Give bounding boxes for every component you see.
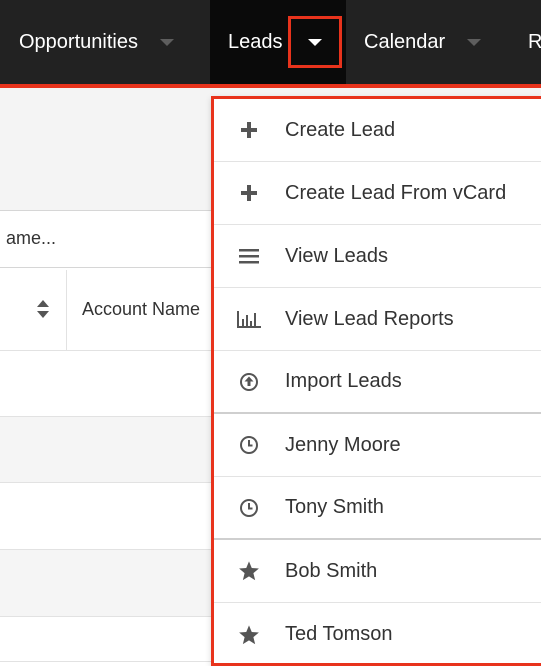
search-input-placeholder: ame...	[6, 228, 57, 248]
menu-item-label: Ted Tomson	[285, 623, 393, 645]
bar-chart-icon	[236, 306, 262, 332]
nav-next-label: R	[528, 30, 541, 53]
menu-item-recent-tony-smith[interactable]: Tony Smith	[214, 477, 541, 540]
menu-item-recent-jenny-moore[interactable]: Jenny Moore	[214, 414, 541, 477]
menu-item-label: Import Leads	[285, 370, 402, 392]
nav-opportunities[interactable]: Opportunities	[19, 0, 174, 84]
plus-icon	[236, 180, 262, 206]
star-icon	[236, 558, 262, 584]
star-icon	[236, 622, 262, 648]
menu-item-favorite-bob-smith[interactable]: Bob Smith	[214, 540, 541, 603]
menu-item-label: Bob Smith	[285, 559, 378, 582]
top-nav-bar: Opportunities Leads Calendar R	[0, 0, 541, 84]
nav-next-item[interactable]: R	[528, 0, 541, 84]
menu-item-label: View Lead Reports	[285, 307, 454, 330]
menu-item-view-lead-reports[interactable]: View Lead Reports	[214, 288, 541, 351]
clock-icon	[236, 495, 262, 521]
menu-item-create-lead[interactable]: Create Lead	[214, 99, 541, 162]
nav-opportunities-label: Opportunities	[19, 30, 138, 53]
chevron-down-icon	[308, 38, 322, 46]
menu-item-label: Jenny Moore	[285, 433, 401, 456]
nav-calendar[interactable]: Calendar	[364, 0, 482, 84]
menu-item-create-lead-vcard[interactable]: Create Lead From vCard	[214, 162, 541, 225]
menu-item-label: Create Lead	[285, 118, 396, 141]
upload-circle-icon	[236, 369, 262, 395]
nav-calendar-label: Calendar	[364, 30, 446, 53]
menu-item-label: Tony Smith	[285, 496, 384, 518]
nav-leads[interactable]: Leads	[228, 0, 283, 84]
column-header-account-name[interactable]: Account Name	[82, 299, 200, 320]
plus-icon	[236, 117, 262, 143]
chevron-down-icon[interactable]	[159, 38, 174, 46]
menu-item-favorite-ted-tomson[interactable]: Ted Tomson	[214, 603, 541, 666]
leads-dropdown-toggle[interactable]	[288, 16, 342, 68]
column-divider	[66, 270, 67, 350]
menu-item-label: View Leads	[285, 244, 389, 267]
menu-item-view-leads[interactable]: View Leads	[214, 225, 541, 288]
list-icon	[236, 243, 262, 269]
chevron-down-icon[interactable]	[467, 38, 482, 46]
leads-dropdown-menu: Create Lead Create Lead From vCard View …	[211, 96, 541, 666]
menu-item-import-leads[interactable]: Import Leads	[214, 351, 541, 414]
clock-icon	[236, 432, 262, 458]
sort-icon[interactable]	[36, 298, 50, 320]
menu-item-label: Create Lead From vCard	[285, 181, 507, 204]
nav-leads-label: Leads	[228, 30, 283, 53]
